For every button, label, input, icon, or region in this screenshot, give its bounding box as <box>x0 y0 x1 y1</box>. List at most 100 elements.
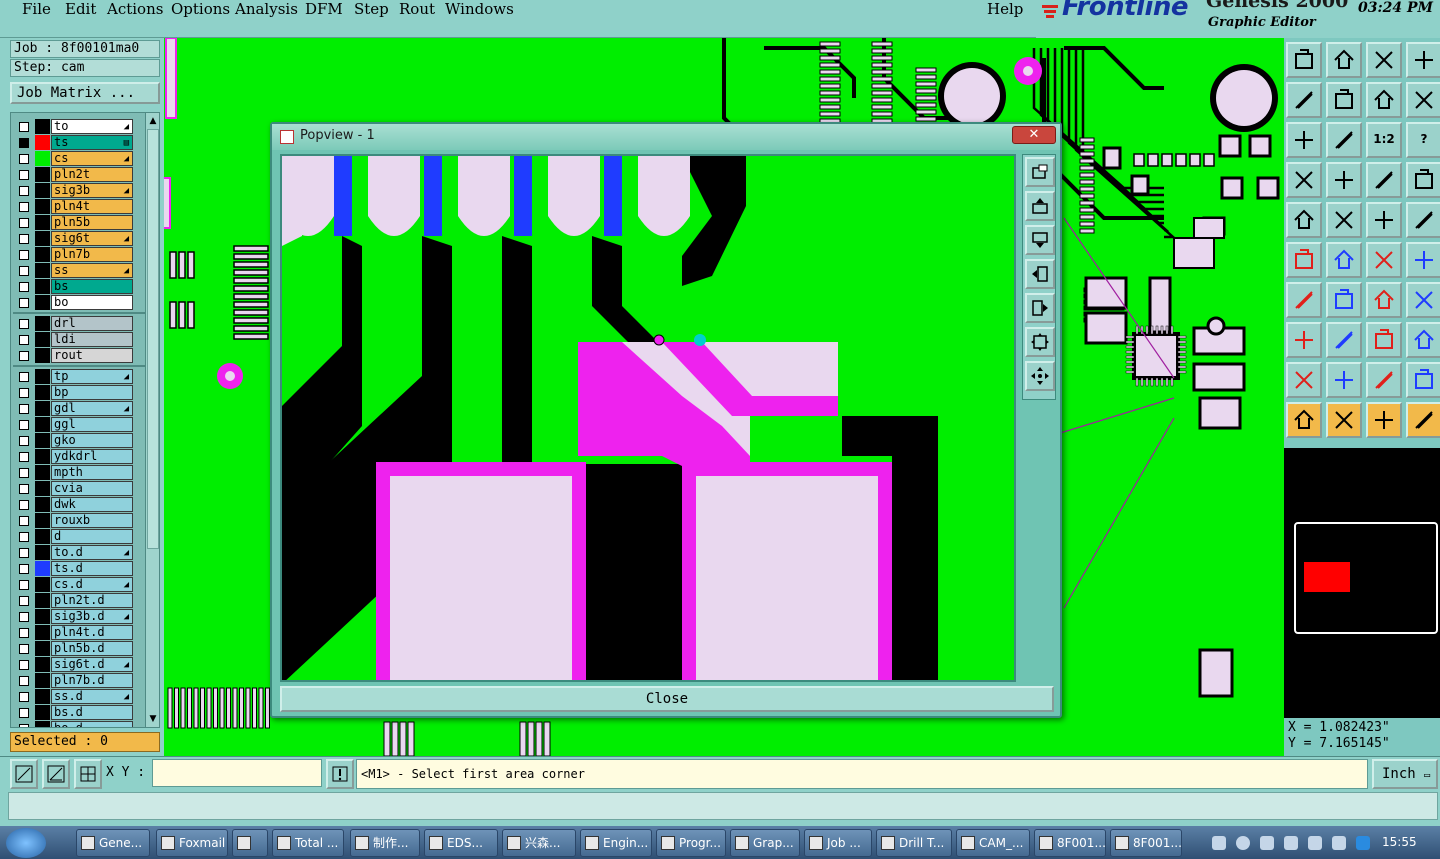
select-pointer-3-icon[interactable] <box>1366 402 1402 438</box>
layer-checkbox[interactable] <box>19 724 29 727</box>
layer-color-swatch[interactable] <box>35 481 50 496</box>
layer-row[interactable]: pln5b.d <box>15 641 133 656</box>
pop-center-icon[interactable] <box>1025 361 1055 391</box>
layer-color-swatch[interactable] <box>35 513 50 528</box>
layer-color-swatch[interactable] <box>35 119 50 134</box>
layer-checkbox[interactable] <box>19 404 29 414</box>
layer-color-swatch[interactable] <box>35 433 50 448</box>
layer-checkbox[interactable] <box>19 532 29 542</box>
taskbar-item[interactable]: Gene... <box>76 829 150 857</box>
layer-color-swatch[interactable] <box>35 401 50 416</box>
layer-name[interactable]: to.d ◢ <box>51 545 133 560</box>
popview-titlebar[interactable]: Popview - 1 ✕ <box>272 124 1060 150</box>
layer-color-swatch[interactable] <box>35 497 50 512</box>
layer-checkbox[interactable] <box>19 234 29 244</box>
layer-name[interactable]: sig3b ◢ <box>51 183 133 198</box>
layer-compare-icon[interactable] <box>1366 162 1402 198</box>
layer-row[interactable]: sig3b ◢ <box>15 183 133 198</box>
layer-checkbox[interactable] <box>19 628 29 638</box>
taskbar-item[interactable]: EDS... <box>424 829 498 857</box>
layer-row[interactable]: pln7b <box>15 247 133 262</box>
layer-color-swatch[interactable] <box>35 183 50 198</box>
layer-row[interactable]: tp ◢ <box>15 369 133 384</box>
layer-checkbox[interactable] <box>19 372 29 382</box>
popview-canvas[interactable] <box>280 154 1016 682</box>
pan-right-icon[interactable] <box>1326 82 1362 118</box>
layer-name[interactable]: tp ◢ <box>51 369 133 384</box>
layer-list-scrollbar[interactable]: ▲ ▼ <box>145 113 159 727</box>
cut-tool-icon[interactable] <box>1286 162 1322 198</box>
layer-checkbox[interactable] <box>19 335 29 345</box>
arch-blue-icon[interactable] <box>1366 362 1402 398</box>
layer-checkbox[interactable] <box>19 548 29 558</box>
layer-color-swatch[interactable] <box>35 545 50 560</box>
layer-row[interactable]: mpth <box>15 465 133 480</box>
layer-name[interactable]: bs.d <box>51 705 133 720</box>
messenger-icon[interactable] <box>1356 836 1370 850</box>
taskbar-item[interactable]: Drill T... <box>876 829 952 857</box>
snap-grid-icon[interactable] <box>1406 322 1440 358</box>
monitor-icon[interactable] <box>1332 836 1346 850</box>
units-select[interactable]: Inch ▭ <box>1372 759 1438 789</box>
layer-name[interactable]: bp <box>51 385 133 400</box>
scroll-thumb[interactable] <box>147 129 159 549</box>
taskbar-item[interactable]: 8F001... <box>1110 829 1182 857</box>
layer-name[interactable]: gko <box>51 433 133 448</box>
layer-name[interactable]: cs.d ◢ <box>51 577 133 592</box>
layer-color-swatch[interactable] <box>35 316 50 331</box>
layer-name[interactable]: pln4t <box>51 199 133 214</box>
layer-color-swatch[interactable] <box>35 385 50 400</box>
layer-name[interactable]: bo.d <box>51 721 133 727</box>
layer-row[interactable]: ts ▤ <box>15 135 133 150</box>
pad-tool-icon[interactable] <box>1326 162 1362 198</box>
grid-icon[interactable] <box>74 759 102 789</box>
taskbar-item[interactable]: Grap... <box>730 829 800 857</box>
layer-name[interactable]: ydkdrl <box>51 449 133 464</box>
layer-row[interactable]: ss ◢ <box>15 263 133 278</box>
ruler-icon[interactable] <box>1366 202 1402 238</box>
layer-row[interactable]: sig6t.d ◢ <box>15 657 133 672</box>
layer-row[interactable]: ss.d ◢ <box>15 689 133 704</box>
pan-left-icon[interactable] <box>1286 82 1322 118</box>
scroll-down-icon[interactable]: ▼ <box>147 713 159 725</box>
layer-checkbox[interactable] <box>19 319 29 329</box>
layer-color-swatch[interactable] <box>35 721 50 727</box>
menu-rout[interactable]: Rout <box>399 0 435 18</box>
menu-edit[interactable]: Edit <box>65 0 96 18</box>
layer-name[interactable]: cs ◢ <box>51 151 133 166</box>
layer-color-swatch[interactable] <box>35 135 50 150</box>
layer-checkbox[interactable] <box>19 250 29 260</box>
snap-pad-red-icon[interactable] <box>1286 322 1322 358</box>
layer-row[interactable]: bo <box>15 295 133 310</box>
layer-compare-2-icon[interactable] <box>1406 162 1440 198</box>
layer-name[interactable]: ts.d <box>51 561 133 576</box>
arc-tool-icon[interactable] <box>1366 282 1402 318</box>
measure-point-icon[interactable] <box>1286 202 1322 238</box>
scroll-up-icon[interactable]: ▲ <box>147 115 159 127</box>
layer-name[interactable]: pln7b <box>51 247 133 262</box>
layer-checkbox[interactable] <box>19 644 29 654</box>
layer-color-swatch[interactable] <box>35 561 50 576</box>
triangle-red-icon[interactable] <box>1286 362 1322 398</box>
layer-row[interactable]: pln7b.d <box>15 673 133 688</box>
help-icon[interactable] <box>1236 836 1250 850</box>
taskbar-item[interactable]: 8F001... <box>1034 829 1106 857</box>
layer-name[interactable]: to ◢ <box>51 119 133 134</box>
layer-checkbox[interactable] <box>19 388 29 398</box>
layer-row[interactable]: ggl <box>15 417 133 432</box>
layer-checkbox[interactable] <box>19 580 29 590</box>
snap-angle-icon[interactable] <box>42 759 70 789</box>
keyboard-icon[interactable] <box>1212 836 1226 850</box>
taskbar-item[interactable]: CAM_... <box>956 829 1030 857</box>
layer-name[interactable]: rouxb <box>51 513 133 528</box>
layer-name[interactable]: d <box>51 529 133 544</box>
measure-line-icon[interactable] <box>1326 202 1362 238</box>
layer-row[interactable]: pln4t <box>15 199 133 214</box>
layer-checkbox[interactable] <box>19 436 29 446</box>
xy-input[interactable] <box>152 759 322 787</box>
layer-name[interactable]: pln7b.d <box>51 673 133 688</box>
layer-name[interactable]: drl <box>51 316 133 331</box>
layer-checkbox[interactable] <box>19 484 29 494</box>
menu-options[interactable]: Options <box>171 0 230 18</box>
taskbar-item[interactable]: Total ... <box>272 829 344 857</box>
